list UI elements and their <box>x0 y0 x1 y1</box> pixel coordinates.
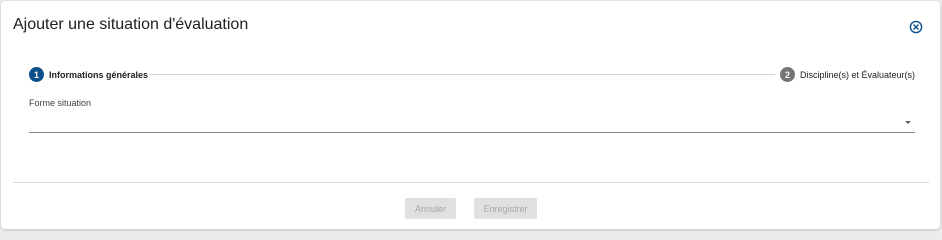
close-circle-icon <box>909 20 923 34</box>
forme-situation-select[interactable] <box>29 109 915 133</box>
footer-divider <box>13 182 929 183</box>
step-number-badge: 2 <box>779 67 795 82</box>
step-label: Discipline(s) et Évaluateur(s) <box>799 69 915 80</box>
save-button[interactable]: Enregistrer <box>474 198 537 219</box>
dialog: Ajouter une situation d'évaluation 1 Inf… <box>1 1 940 229</box>
step-informations-generales[interactable]: 1 Informations générales <box>29 67 148 82</box>
stepper-connector <box>149 74 775 75</box>
forme-situation-label: Forme situation <box>29 98 92 108</box>
stepper: 1 Informations générales 2 Discipline(s)… <box>29 67 915 83</box>
cancel-button[interactable]: Annuler <box>405 198 456 219</box>
step-label: Informations générales <box>49 69 149 80</box>
dialog-title: Ajouter une situation d'évaluation <box>13 16 249 33</box>
close-button[interactable] <box>909 20 923 34</box>
step-disciplines-evaluateurs[interactable]: 2 Discipline(s) et Évaluateur(s) <box>779 67 915 82</box>
dropdown-arrow-icon <box>905 121 911 124</box>
step-number-badge: 1 <box>29 67 44 82</box>
